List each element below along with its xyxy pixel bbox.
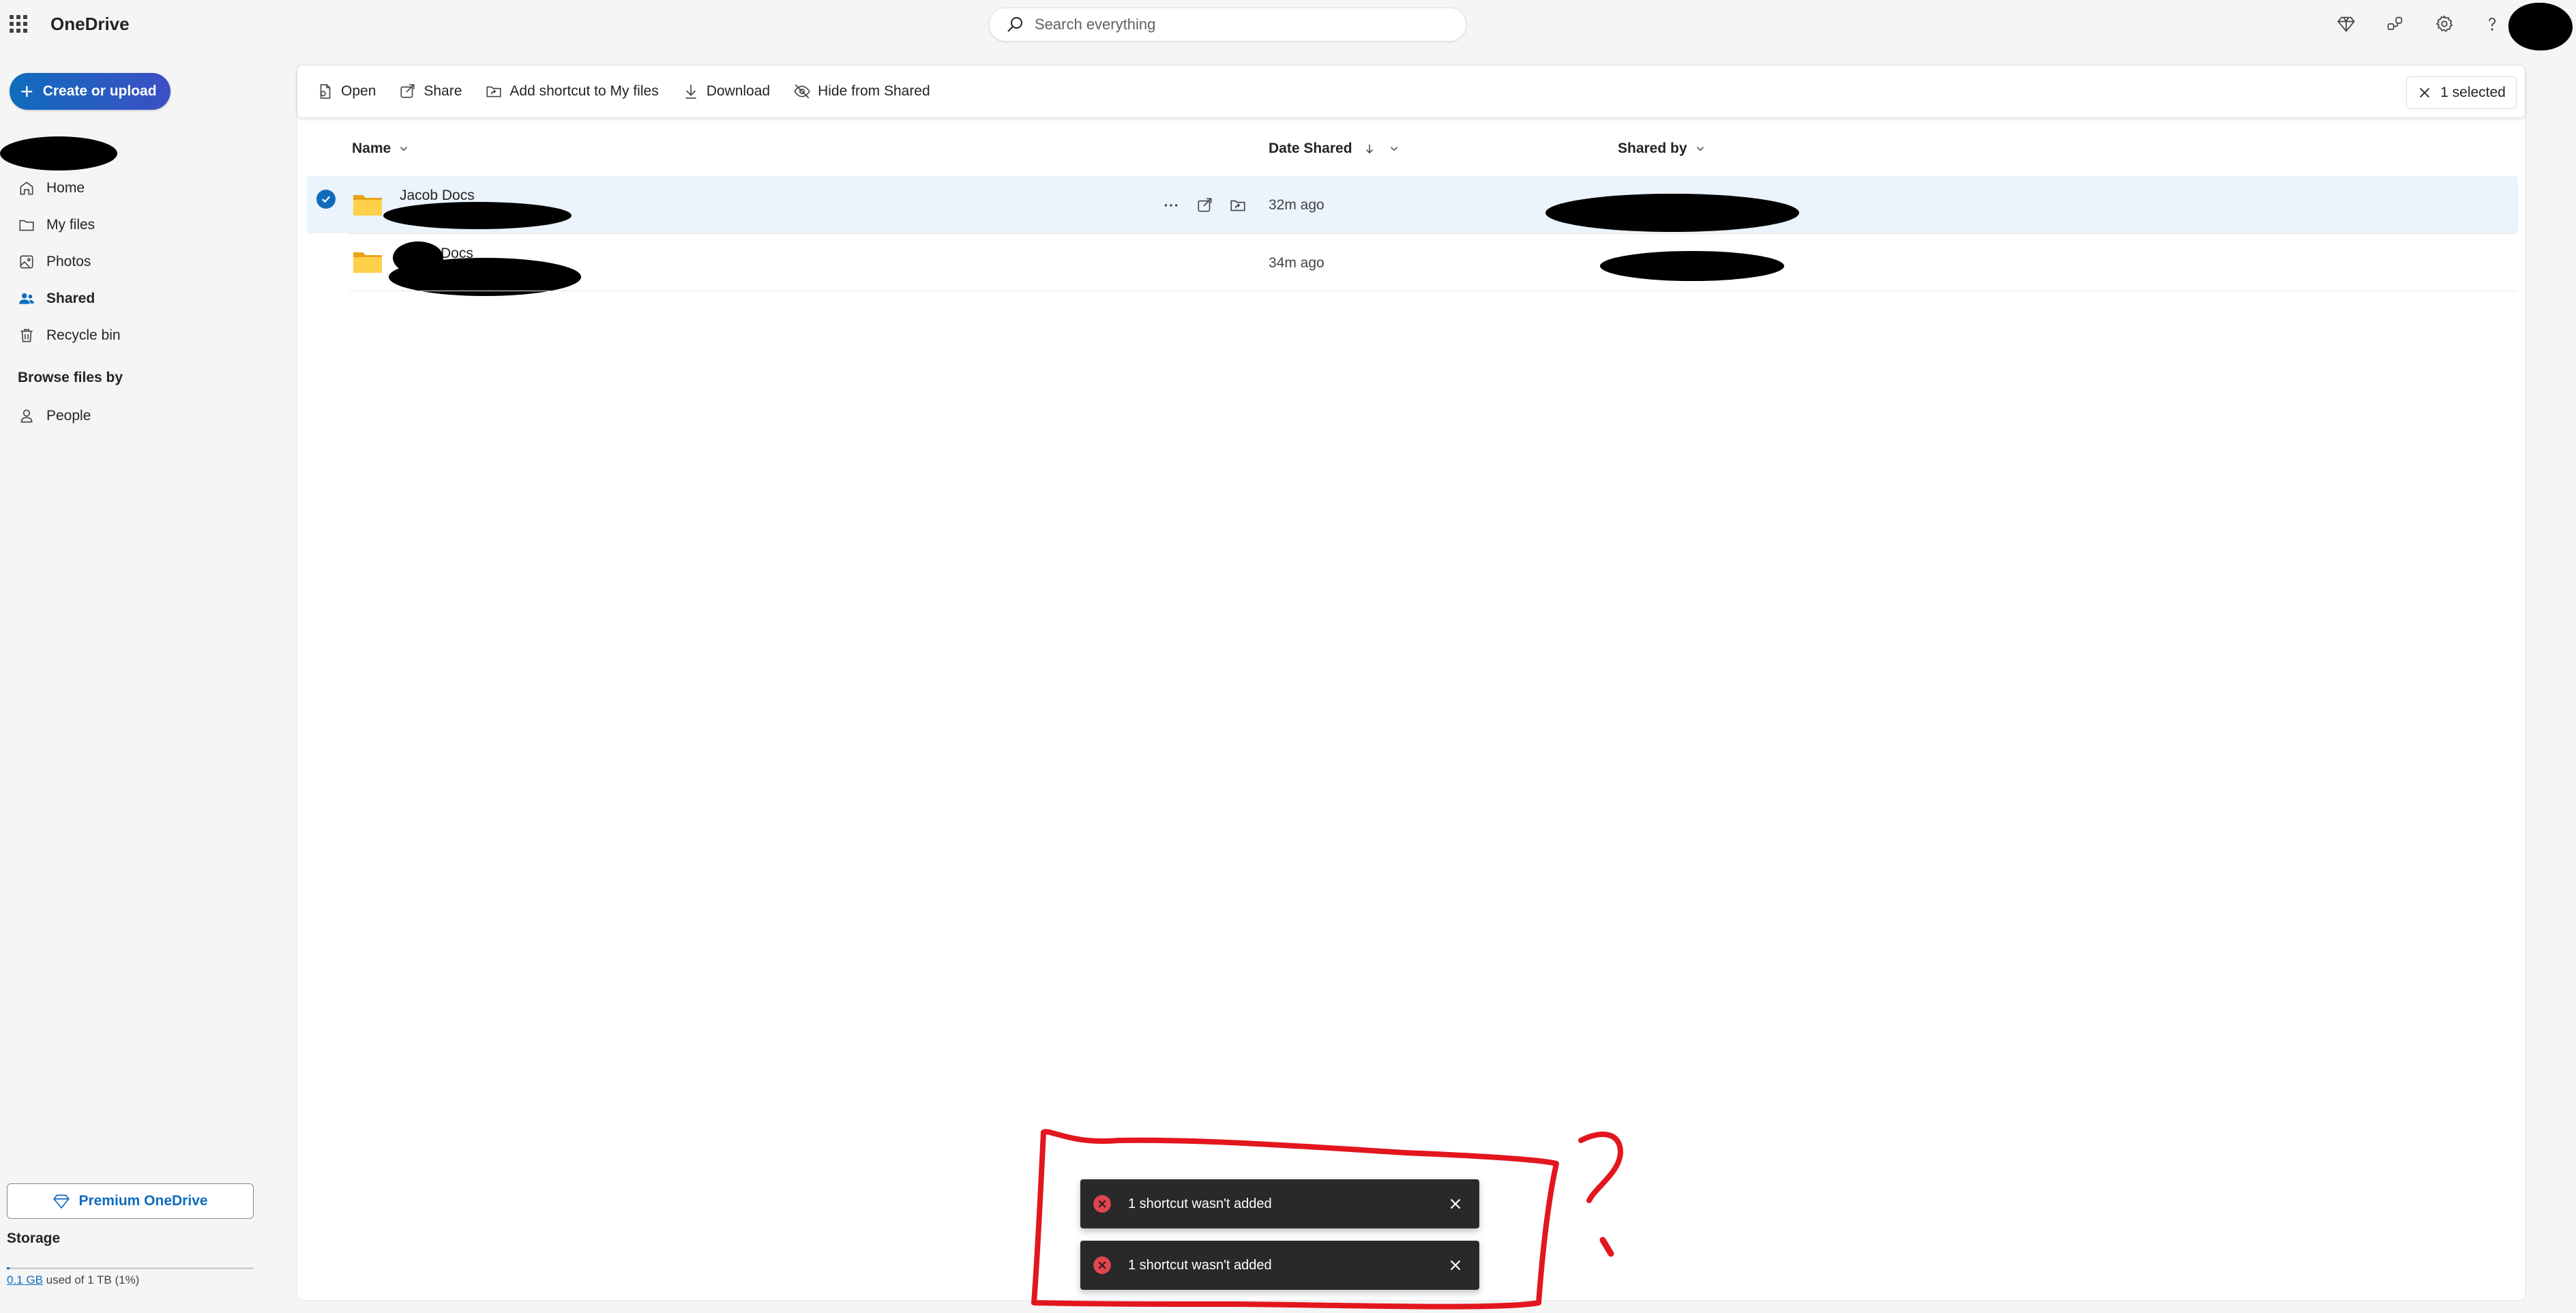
avatar[interactable] xyxy=(2508,3,2573,50)
search-input[interactable] xyxy=(1033,15,1445,34)
storage-heading: Storage xyxy=(7,1230,61,1246)
storage-progress-bar xyxy=(7,1267,254,1269)
clear-selection-button[interactable]: 1 selected xyxy=(2406,76,2517,109)
eye-off-icon xyxy=(794,84,810,99)
share-nodes-icon[interactable] xyxy=(2383,12,2408,36)
storage-rest-text: used of 1 TB (1%) xyxy=(42,1273,140,1286)
column-header-shared-by[interactable]: Shared by xyxy=(1618,141,1706,157)
column-header-name-label: Name xyxy=(352,141,391,156)
people-icon xyxy=(19,293,34,304)
shortcut-icon xyxy=(486,86,501,98)
error-circle-icon xyxy=(1093,1195,1111,1213)
row-checkbox-checked-icon[interactable] xyxy=(316,190,336,209)
browse-files-by-heading: Browse files by xyxy=(18,370,123,385)
app-launcher-icon[interactable] xyxy=(10,15,27,33)
column-header-shared-by-label: Shared by xyxy=(1618,141,1687,156)
sidebar-item-my-files[interactable]: My files xyxy=(18,211,95,239)
sidebar-item-shared[interactable]: Shared xyxy=(18,285,95,312)
search-box[interactable] xyxy=(989,8,1466,42)
premium-label: Premium OneDrive xyxy=(78,1193,208,1209)
row-date-shared: 32m ago xyxy=(1269,197,1324,213)
column-header-date-label: Date Shared xyxy=(1269,141,1352,156)
open-button[interactable]: Open xyxy=(312,78,380,104)
storage-progress-fill xyxy=(7,1267,10,1269)
download-button[interactable]: Download xyxy=(678,78,774,104)
open-label: Open xyxy=(341,83,376,99)
storage-used-link[interactable]: 0.1 GB xyxy=(7,1273,43,1286)
diamond-icon xyxy=(53,1194,70,1209)
storage-text: 0.1 GB used of 1 TB (1%) xyxy=(7,1273,139,1287)
table-row[interactable] xyxy=(307,234,2518,291)
chevron-down-icon xyxy=(1390,147,1397,151)
command-bar: Open Share Add shortcut to My files Down… xyxy=(297,65,2525,117)
redacted-shared-by xyxy=(1600,251,1784,281)
download-label: Download xyxy=(706,83,771,99)
sidebar-item-label: Photos xyxy=(46,254,91,269)
column-header-name[interactable]: Name xyxy=(352,141,410,157)
share-button[interactable]: Share xyxy=(395,78,466,104)
sidebar-item-label: Home xyxy=(46,180,85,196)
add-shortcut-button[interactable]: Add shortcut to My files xyxy=(481,78,662,104)
chevron-down-icon xyxy=(400,147,408,151)
premium-onedrive-button[interactable]: Premium OneDrive xyxy=(7,1183,254,1219)
error-toast: 1 shortcut wasn't added xyxy=(1080,1179,1479,1228)
sidebar-item-home[interactable]: Home xyxy=(18,175,85,202)
hide-from-shared-button[interactable]: Hide from Shared xyxy=(789,78,934,104)
app-title[interactable]: OneDrive xyxy=(50,11,130,37)
sidebar-item-people[interactable]: People xyxy=(18,402,91,430)
create-or-upload-button[interactable]: + Create or upload xyxy=(10,73,171,110)
add-shortcut-icon[interactable] xyxy=(1226,194,1249,217)
create-or-upload-label: Create or upload xyxy=(42,83,157,99)
sidebar-item-label: People xyxy=(46,408,91,424)
photo-icon xyxy=(20,255,33,269)
more-actions-icon[interactable] xyxy=(1159,194,1183,217)
plus-icon: + xyxy=(20,79,33,104)
trash-icon xyxy=(20,329,33,342)
sort-down-arrow-icon xyxy=(1365,145,1373,154)
home-icon xyxy=(20,181,33,195)
user-name-redacted xyxy=(0,136,117,171)
column-header-date-shared[interactable]: Date Shared xyxy=(1269,141,1400,157)
search-icon xyxy=(1007,17,1022,32)
folder-icon xyxy=(19,220,34,231)
error-toast: 1 shortcut wasn't added xyxy=(1080,1241,1479,1290)
selected-count-label: 1 selected xyxy=(2440,85,2506,100)
close-icon xyxy=(2420,87,2430,98)
sidebar-item-recycle-bin[interactable]: Recycle bin xyxy=(18,322,121,349)
dismiss-close-icon[interactable] xyxy=(1447,1195,1464,1213)
person-icon xyxy=(20,409,33,423)
error-circle-icon xyxy=(1093,1256,1111,1274)
add-shortcut-label: Add shortcut to My files xyxy=(509,83,659,99)
hide-from-shared-label: Hide from Shared xyxy=(818,83,930,99)
download-icon xyxy=(685,85,696,99)
folder-icon xyxy=(353,252,382,273)
settings-gear-icon[interactable] xyxy=(2432,12,2457,36)
redacted-path xyxy=(383,202,572,229)
table-row[interactable] xyxy=(307,176,2518,233)
sidebar-item-label: Recycle bin xyxy=(46,327,121,343)
sidebar-item-photos[interactable]: Photos xyxy=(18,248,91,276)
sidebar-item-label: Shared xyxy=(46,291,95,306)
dismiss-close-icon[interactable] xyxy=(1447,1256,1464,1274)
premium-diamond-icon[interactable] xyxy=(2334,12,2358,36)
help-icon[interactable] xyxy=(2480,12,2504,36)
redacted-shared-by xyxy=(1545,194,1799,232)
open-icon xyxy=(320,84,331,99)
folder-icon xyxy=(353,195,382,216)
toast-message: 1 shortcut wasn't added xyxy=(1128,1196,1272,1211)
chevron-down-icon xyxy=(1696,147,1704,151)
share-icon[interactable] xyxy=(1194,194,1217,217)
sidebar-item-label: My files xyxy=(46,217,95,233)
toast-message: 1 shortcut wasn't added xyxy=(1128,1257,1272,1273)
share-icon xyxy=(400,84,415,98)
row-date-shared: 34m ago xyxy=(1269,255,1324,271)
share-label: Share xyxy=(424,83,462,99)
